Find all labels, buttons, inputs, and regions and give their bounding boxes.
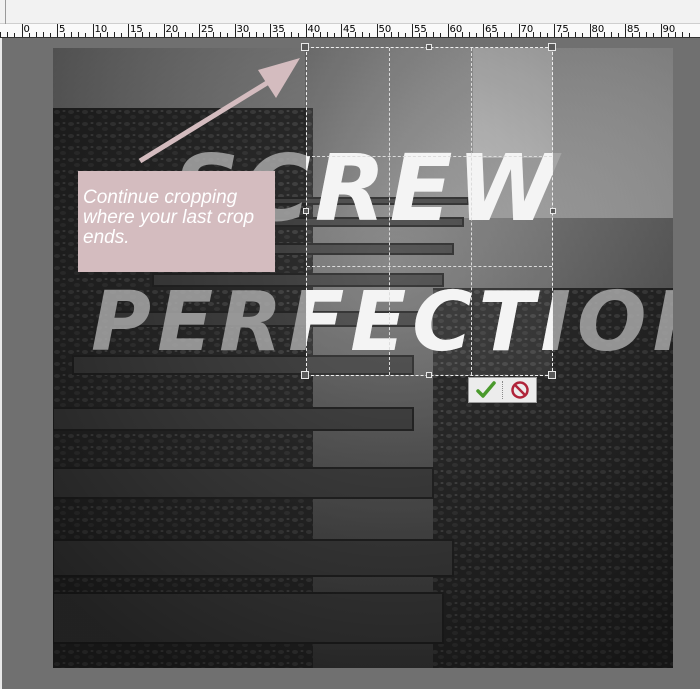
crop-box[interactable] bbox=[306, 47, 553, 376]
crop-handle-bottom[interactable] bbox=[426, 372, 432, 378]
checkmark-icon bbox=[475, 381, 496, 398]
crop-handle-top[interactable] bbox=[426, 44, 432, 50]
crop-grid-line bbox=[307, 156, 552, 157]
crop-handle-top-right[interactable] bbox=[548, 43, 556, 51]
crop-grid-line bbox=[307, 266, 552, 267]
crop-grid-line bbox=[471, 48, 472, 375]
crop-handle-left[interactable] bbox=[303, 208, 309, 214]
cancel-icon bbox=[510, 381, 529, 399]
cancel-crop-button[interactable] bbox=[503, 378, 536, 402]
crop-grid-line bbox=[389, 48, 390, 375]
callout-box: Continue cropping where your last crop e… bbox=[78, 171, 275, 272]
callout-arrow-shaft bbox=[138, 72, 282, 164]
crop-handle-bottom-right[interactable] bbox=[548, 371, 556, 379]
crop-handle-right[interactable] bbox=[550, 208, 556, 214]
callout-text: Continue cropping where your last crop e… bbox=[83, 187, 255, 248]
callout-arrow-head bbox=[258, 58, 300, 98]
crop-handle-bottom-left[interactable] bbox=[301, 371, 309, 379]
crop-commit-toolbar bbox=[468, 377, 537, 403]
commit-crop-button[interactable] bbox=[469, 378, 502, 402]
crop-handle-top-left[interactable] bbox=[301, 43, 309, 51]
